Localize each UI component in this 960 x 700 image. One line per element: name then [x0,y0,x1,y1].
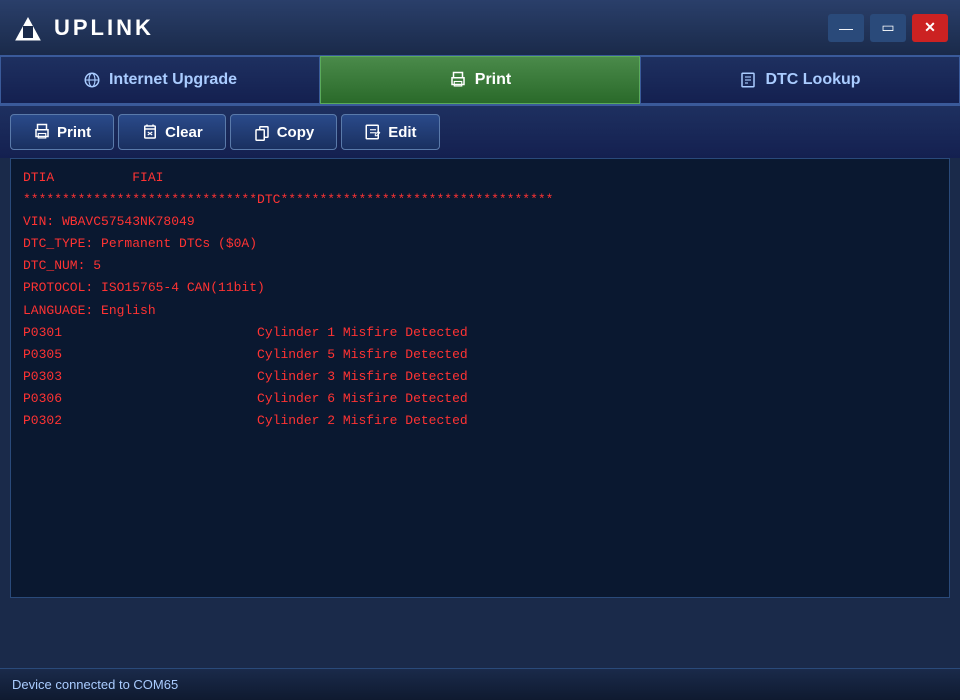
content-line: P0302 Cylinder 2 Misfire Detected [23,410,937,432]
content-line: PROTOCOL: ISO15765-4 CAN(11bit) [23,277,937,299]
printer-icon-tab [449,71,467,89]
copy-icon [253,123,271,141]
statusbar: Device connected to COM65 [0,668,960,700]
globe-icon [83,71,101,89]
content-line: P0305 Cylinder 5 Misfire Detected [23,344,937,366]
clear-button[interactable]: Clear [118,114,226,150]
content-line: DTC_NUM: 5 [23,255,937,277]
printer-icon [33,123,51,141]
titlebar-controls: — ▭ ✕ [828,14,948,42]
print-label: Print [57,124,91,141]
edit-label: Edit [388,124,416,141]
copy-label: Copy [277,124,315,141]
content-line: P0301 Cylinder 1 Misfire Detected [23,322,937,344]
content-line: P0303 Cylinder 3 Misfire Detected [23,366,937,388]
tab-dtc-lookup-label: DTC Lookup [765,71,860,89]
content-line: DTC_TYPE: Permanent DTCs ($0A) [23,233,937,255]
dtc-lookup-icon [739,71,757,89]
content-area[interactable]: DTIA FIAI******************************D… [10,158,950,598]
print-button[interactable]: Print [10,114,114,150]
close-button[interactable]: ✕ [912,14,948,42]
content-line: ******************************DTC*******… [23,189,937,211]
tabbar: Internet Upgrade Print DTC Lookup [0,56,960,106]
tab-internet-upgrade[interactable]: Internet Upgrade [0,56,320,104]
content-line: LANGUAGE: English [23,300,937,322]
clear-label: Clear [165,124,203,141]
titlebar-left: UPLINK [12,12,154,44]
content-line: VIN: WBAVC57543NK78049 [23,211,937,233]
content-line: P0306 Cylinder 6 Misfire Detected [23,388,937,410]
titlebar: UPLINK — ▭ ✕ [0,0,960,56]
toolbar: Print Clear Copy Edit [0,106,960,158]
edit-icon [364,123,382,141]
clear-icon [141,123,159,141]
copy-button[interactable]: Copy [230,114,338,150]
content-lines: DTIA FIAI******************************D… [23,167,937,432]
edit-button[interactable]: Edit [341,114,439,150]
maximize-button[interactable]: ▭ [870,14,906,42]
minimize-button[interactable]: — [828,14,864,42]
tab-internet-upgrade-label: Internet Upgrade [109,71,237,89]
tab-dtc-lookup[interactable]: DTC Lookup [640,56,960,104]
content-line: DTIA FIAI [23,167,937,189]
tab-print[interactable]: Print [320,56,640,104]
tab-print-label: Print [475,71,511,89]
app-title: UPLINK [54,15,154,41]
status-text: Device connected to COM65 [12,677,178,692]
logo-icon [12,12,44,44]
